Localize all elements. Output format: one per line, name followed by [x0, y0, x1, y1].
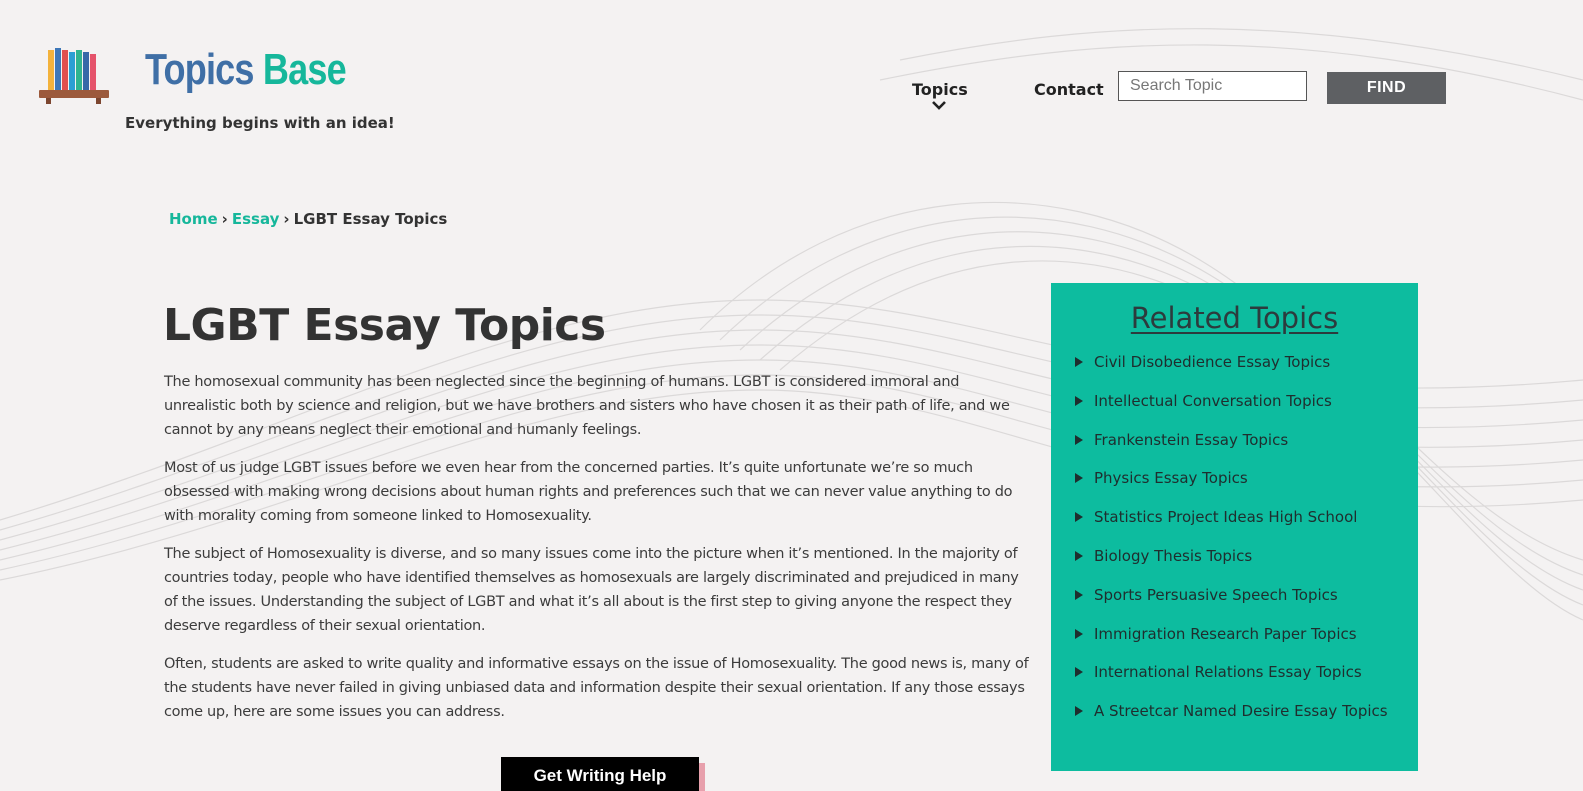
- article-body: The homosexual community has been neglec…: [164, 370, 1034, 738]
- breadcrumb-separator: ›: [283, 210, 290, 228]
- related-topics-title[interactable]: Related Topics: [1051, 301, 1418, 335]
- related-topics-list: Civil Disobedience Essay Topics Intellec…: [1074, 353, 1388, 741]
- triangle-right-icon: [1075, 434, 1083, 445]
- get-writing-help-button[interactable]: Get Writing Help: [501, 757, 699, 791]
- related-topic-item[interactable]: Civil Disobedience Essay Topics: [1074, 353, 1388, 392]
- breadcrumb-current: LGBT Essay Topics: [293, 210, 448, 228]
- related-topic-label: Civil Disobedience Essay Topics: [1094, 353, 1331, 371]
- related-topic-label: Sports Persuasive Speech Topics: [1094, 585, 1338, 604]
- writing-help-cta: Get Writing Help: [501, 757, 705, 791]
- page-title: LGBT Essay Topics: [163, 300, 606, 351]
- brand-word-1: Topics: [145, 45, 254, 94]
- article-paragraph: The subject of Homosexuality is diverse,…: [164, 546, 1019, 634]
- triangle-right-icon: [1075, 550, 1083, 561]
- related-topic-label: Biology Thesis Topics: [1094, 546, 1253, 565]
- site-tagline: Everything begins with an idea!: [125, 114, 395, 132]
- site-brand[interactable]: Topics Base: [145, 44, 347, 96]
- related-topic-label: A Streetcar Named Desire Essay Topics: [1094, 702, 1388, 721]
- triangle-right-icon: [1075, 357, 1083, 367]
- nav-contact[interactable]: Contact: [1034, 80, 1104, 99]
- search-input[interactable]: [1118, 71, 1307, 101]
- related-topic-label: Physics Essay Topics: [1094, 469, 1248, 488]
- breadcrumb-essay[interactable]: Essay: [232, 210, 280, 228]
- related-topics-panel: Related Topics Civil Disobedience Essay …: [1051, 283, 1418, 771]
- related-topic-item[interactable]: Intellectual Conversation Topics: [1074, 392, 1388, 431]
- triangle-right-icon: [1075, 512, 1083, 523]
- related-topic-item[interactable]: Sports Persuasive Speech Topics: [1074, 586, 1388, 625]
- triangle-right-icon: [1075, 473, 1083, 484]
- related-topic-item[interactable]: Physics Essay Topics: [1074, 469, 1388, 508]
- triangle-right-icon: [1075, 628, 1083, 639]
- bookshelf-icon[interactable]: [38, 46, 110, 106]
- nav-topics-label: Topics: [912, 80, 968, 99]
- triangle-right-icon: [1075, 667, 1083, 678]
- breadcrumb-separator: ›: [221, 210, 228, 228]
- related-topic-label: Immigration Research Paper Topics: [1094, 624, 1357, 643]
- related-topic-item[interactable]: Frankenstein Essay Topics: [1074, 431, 1388, 470]
- triangle-right-icon: [1075, 395, 1083, 406]
- article-paragraph: Most of us judge LGBT issues before we e…: [164, 460, 1013, 524]
- related-topic-label: Statistics Project Ideas High School: [1094, 508, 1358, 527]
- nav-topics[interactable]: Topics: [912, 80, 968, 110]
- brand-word-2: Base: [262, 45, 347, 94]
- related-topic-item[interactable]: Statistics Project Ideas High School: [1074, 508, 1388, 547]
- related-topic-label: Frankenstein Essay Topics: [1094, 430, 1289, 449]
- related-topic-label: International Relations Essay Topics: [1094, 663, 1362, 682]
- breadcrumb: Home › Essay › LGBT Essay Topics: [169, 210, 447, 228]
- related-topic-item[interactable]: Biology Thesis Topics: [1074, 547, 1388, 586]
- triangle-right-icon: [1075, 589, 1083, 600]
- related-topic-label: Intellectual Conversation Topics: [1094, 391, 1332, 410]
- article-paragraph: Often, students are asked to write quali…: [164, 656, 1029, 720]
- find-button[interactable]: FIND: [1327, 72, 1446, 104]
- article-paragraph: The homosexual community has been neglec…: [164, 374, 1010, 438]
- triangle-right-icon: [1075, 706, 1083, 717]
- related-topic-item[interactable]: A Streetcar Named Desire Essay Topics: [1074, 702, 1388, 741]
- related-topic-item[interactable]: International Relations Essay Topics: [1074, 663, 1388, 702]
- chevron-down-icon[interactable]: [931, 100, 947, 110]
- related-topic-item[interactable]: Immigration Research Paper Topics: [1074, 625, 1388, 664]
- breadcrumb-home[interactable]: Home: [169, 210, 218, 228]
